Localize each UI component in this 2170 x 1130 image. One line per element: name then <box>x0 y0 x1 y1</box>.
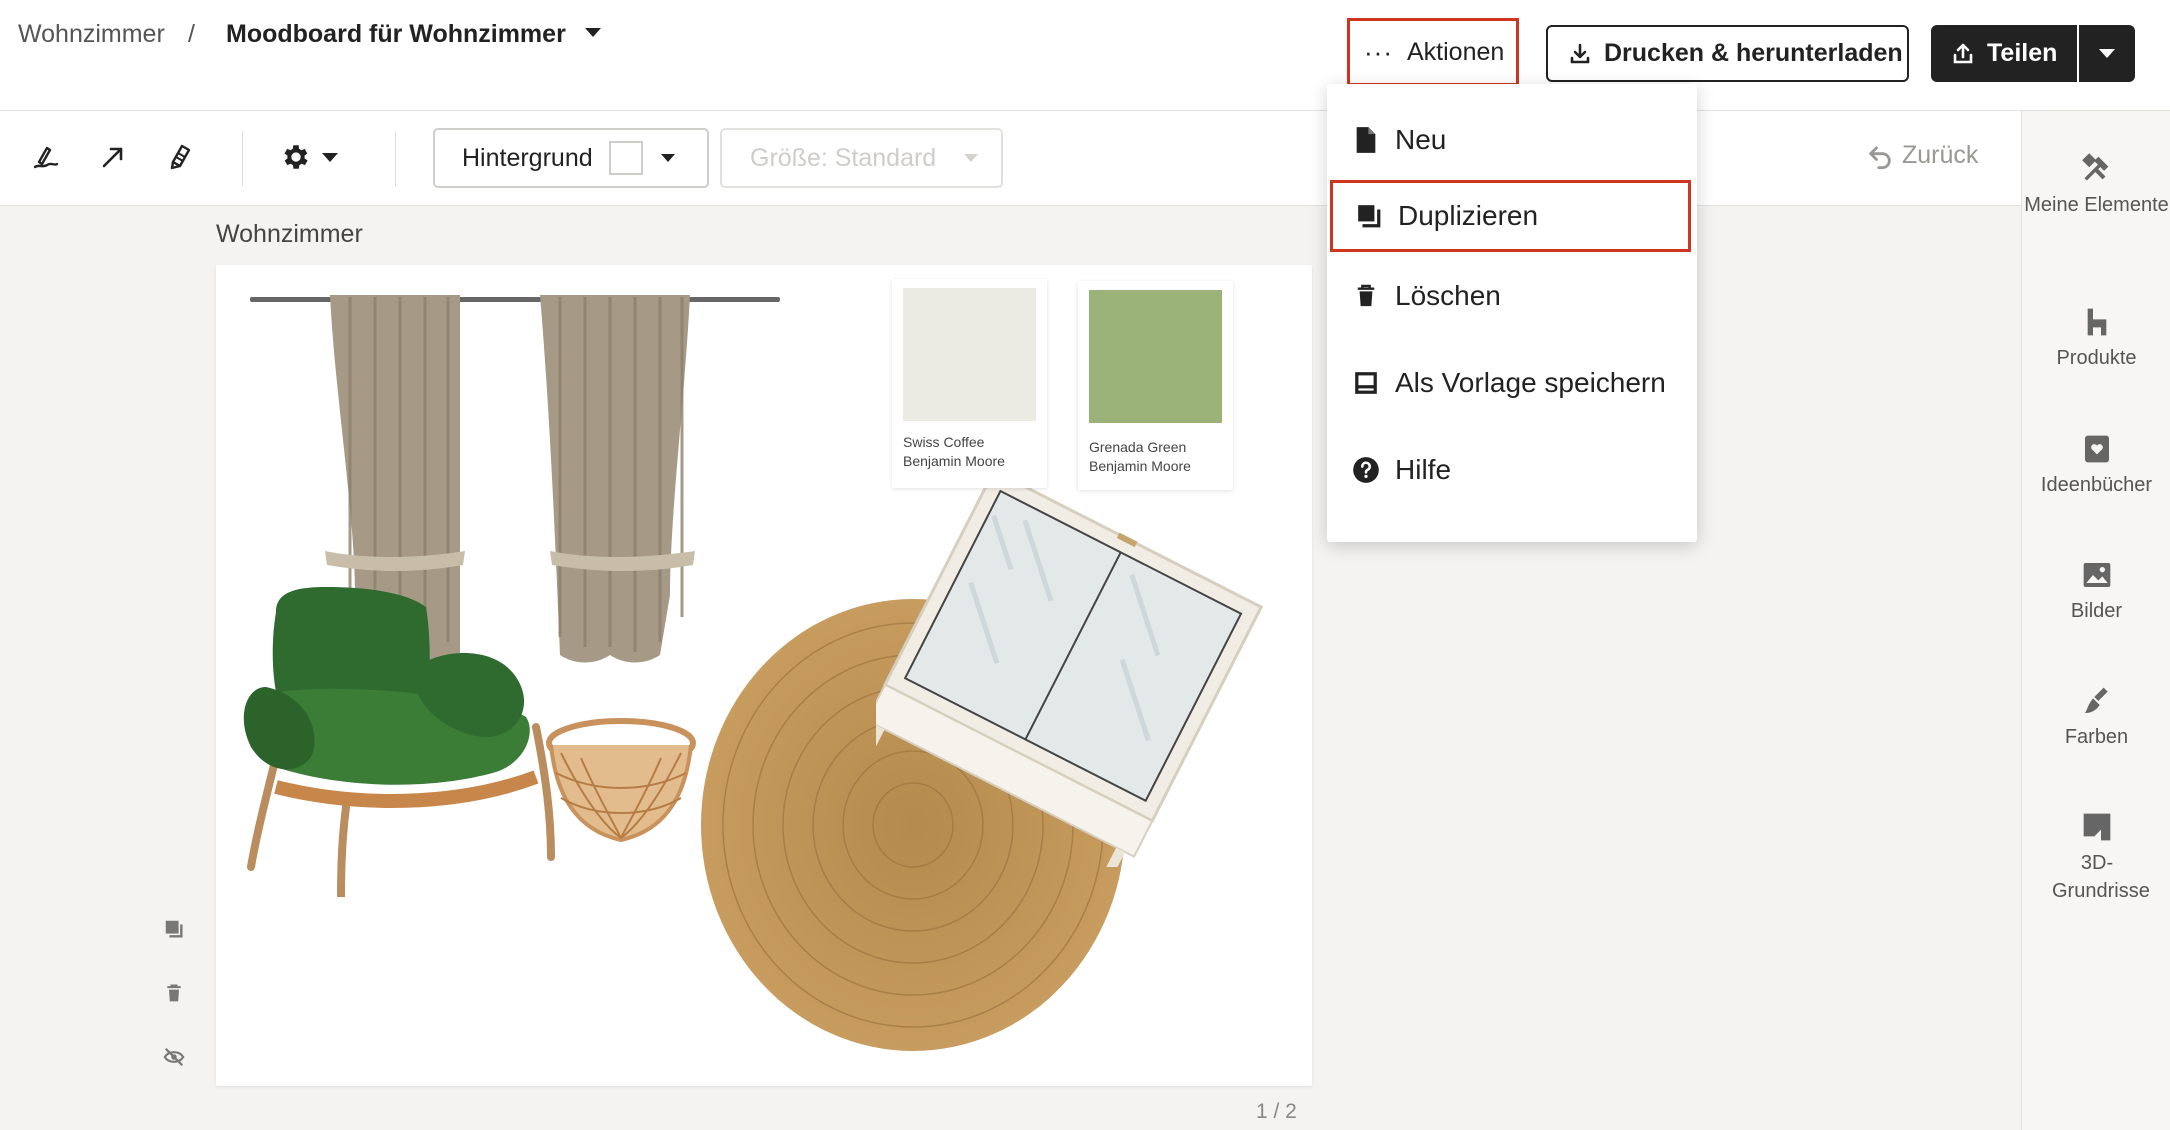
header: Wohnzimmer / Moodboard für Wohnzimmer ··… <box>0 0 2170 111</box>
floorplan-icon <box>2022 811 2170 843</box>
sidebar-item-label: 3D-Grundrisse <box>2052 852 2150 902</box>
paint-chip-brand: Benjamin Moore <box>1089 458 1191 474</box>
board-title: Wohnzimmer <box>216 220 363 248</box>
moodboard-canvas[interactable]: Swiss Coffee Benjamin Moore Grenada Gree… <box>216 265 1312 1086</box>
paint-chip-swatch <box>903 288 1036 421</box>
undo-label: Zurück <box>1902 141 1979 169</box>
share-options-chevron-icon[interactable] <box>2079 25 2135 82</box>
brush-icon <box>2022 685 2170 717</box>
size-select-label: Größe: Standard <box>750 143 937 172</box>
share-upload-icon <box>1951 42 1975 66</box>
title-dropdown-chevron-icon[interactable] <box>585 28 601 37</box>
settings-button[interactable] <box>280 135 360 179</box>
sidebar-item-label: Ideenbücher <box>2040 474 2153 496</box>
menu-item-label: Hilfe <box>1395 454 1452 485</box>
menu-item-delete[interactable]: Löschen <box>1327 260 1697 332</box>
menu-item-label: Neu <box>1395 124 1447 155</box>
share-button-label: Teilen <box>1987 39 2058 67</box>
undo-icon <box>1866 142 1894 170</box>
hide-element-eye-icon[interactable] <box>158 1041 190 1073</box>
delete-element-icon[interactable] <box>158 977 190 1009</box>
file-icon <box>1351 125 1381 155</box>
sidebar-item-colors[interactable]: Farben <box>2022 685 2170 751</box>
sidebar-item-images[interactable]: Bilder <box>2022 559 2170 625</box>
sidebar-item-products[interactable]: Produkte <box>2022 306 2170 372</box>
template-icon <box>1351 368 1381 398</box>
ideabooks-icon <box>2022 433 2170 465</box>
duplicate-element-icon[interactable] <box>158 913 190 945</box>
page-title[interactable]: Moodboard für Wohnzimmer <box>226 16 566 52</box>
right-sidebar: Meine Elemente Produkte Ideenbücher Bild… <box>2021 111 2170 1130</box>
sidebar-item-label: Farben <box>2064 726 2129 748</box>
background-color-swatch <box>608 141 643 175</box>
menu-item-label: Duplizieren <box>1398 200 1539 231</box>
paint-chip-name: Swiss Coffee <box>903 434 985 450</box>
actions-button[interactable]: ··· Aktionen <box>1347 18 1519 86</box>
background-select[interactable]: Hintergrund <box>433 128 709 188</box>
menu-item-help[interactable]: Hilfe <box>1327 434 1697 506</box>
my-elements-icon <box>2022 151 2170 185</box>
trash-icon <box>1351 281 1381 311</box>
breadcrumb-separator: / <box>188 20 195 48</box>
sidebar-item-ideabooks[interactable]: Ideenbücher <box>2022 433 2170 499</box>
paint-chip-swatch <box>1089 290 1222 423</box>
sidebar-item-floorplans[interactable]: 3D-Grundrisse <box>2022 811 2170 905</box>
download-icon <box>1568 42 1592 66</box>
paint-chip[interactable]: Grenada Green Benjamin Moore <box>1078 281 1233 490</box>
wicker-basket-image[interactable] <box>541 713 701 853</box>
pen-icon[interactable] <box>26 137 66 177</box>
menu-item-label: Als Vorlage speichern <box>1395 367 1666 398</box>
sidebar-item-label: Meine Elemente <box>2024 194 2169 216</box>
images-icon <box>2022 559 2170 591</box>
size-chevron-icon <box>964 154 979 162</box>
more-dots-icon: ··· <box>1364 37 1393 67</box>
toolbar: Hintergrund Größe: Standard Zurück <box>0 111 2021 206</box>
sidebar-item-label: Produkte <box>2056 347 2137 369</box>
undo-button[interactable]: Zurück <box>1866 141 1978 170</box>
page-indicator: 1 / 2 <box>1256 1100 1297 1123</box>
actions-button-label: Aktionen <box>1406 37 1505 66</box>
breadcrumb-root[interactable]: Wohnzimmer <box>18 16 165 52</box>
menu-item-save-template[interactable]: Als Vorlage speichern <box>1327 347 1697 419</box>
toolbar-divider <box>395 131 396 186</box>
print-download-label: Drucken & herunterladen <box>1604 39 1903 67</box>
menu-item-label: Löschen <box>1395 280 1501 311</box>
share-button[interactable]: Teilen <box>1931 25 2077 82</box>
size-select: Größe: Standard <box>720 128 1003 188</box>
duplicate-icon <box>1354 201 1384 231</box>
menu-item-duplicate[interactable]: Duplizieren <box>1330 180 1691 252</box>
sidebar-item-my-elements[interactable]: Meine Elemente <box>2022 151 2170 219</box>
settings-chevron-icon <box>322 152 338 162</box>
background-chevron-icon <box>660 154 675 162</box>
marker-icon[interactable] <box>160 137 200 177</box>
background-select-label: Hintergrund <box>462 143 593 172</box>
help-icon <box>1351 455 1381 485</box>
menu-item-new[interactable]: Neu <box>1327 104 1697 176</box>
toolbar-divider <box>242 131 243 186</box>
actions-menu: Neu Duplizieren Löschen Als Vorlage spei… <box>1327 84 1697 542</box>
paint-chip-brand: Benjamin Moore <box>903 453 1005 469</box>
paint-chip-name: Grenada Green <box>1089 439 1187 455</box>
gear-icon <box>280 141 312 173</box>
paint-chip[interactable]: Swiss Coffee Benjamin Moore <box>892 279 1047 488</box>
sideboard-image[interactable] <box>876 487 1516 867</box>
print-download-button[interactable]: Drucken & herunterladen <box>1546 25 1909 82</box>
products-icon <box>2022 306 2170 338</box>
arrow-tool-icon[interactable] <box>93 137 133 177</box>
sidebar-item-label: Bilder <box>2070 600 2123 622</box>
